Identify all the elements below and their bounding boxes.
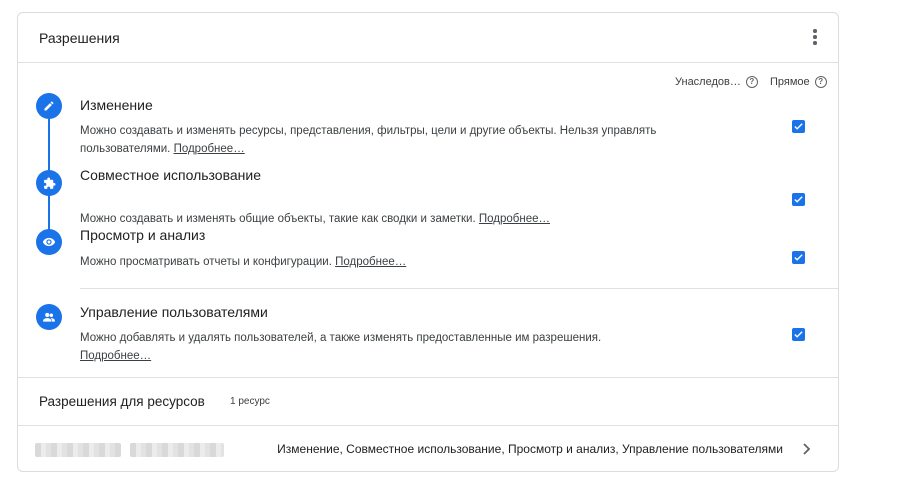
inherited-column-header: Унаследов… ? xyxy=(675,76,758,88)
resource-count: 1 ресурс xyxy=(230,396,270,407)
role-description-text: Можно создавать и изменять ресурсы, пред… xyxy=(80,125,657,155)
learn-more-link[interactable]: Подробнее… xyxy=(174,143,245,155)
card-header: Разрешения xyxy=(18,13,838,63)
resource-row[interactable]: Изменение, Совместное использование, Про… xyxy=(18,426,838,471)
section-divider xyxy=(80,288,838,289)
help-circle-icon[interactable]: ? xyxy=(745,76,758,88)
chevron-right-icon[interactable] xyxy=(801,442,813,456)
help-circle-icon[interactable]: ? xyxy=(814,76,827,88)
learn-more-link[interactable]: Подробнее… xyxy=(335,256,406,268)
redacted-resource-name xyxy=(130,443,224,457)
inherited-column-label: Унаследов… xyxy=(675,76,741,88)
role-description-text: Можно добавлять и удалять пользователей,… xyxy=(80,332,602,344)
redacted-account-name xyxy=(35,443,121,457)
role-title: Управление пользователями xyxy=(80,304,268,320)
role-description: Можно создавать и изменять ресурсы, пред… xyxy=(80,122,660,158)
permissions-card: Разрешения Унаследов… ? Прямое ? Изменен… xyxy=(17,12,839,472)
learn-more-link[interactable]: Подробнее… xyxy=(479,213,550,225)
direct-checkbox-view[interactable] xyxy=(792,251,805,264)
eye-icon xyxy=(36,229,62,255)
role-title: Совместное использование xyxy=(80,167,261,183)
direct-checkbox-edit[interactable] xyxy=(792,120,805,133)
more-vert-icon[interactable] xyxy=(808,27,822,47)
resource-permissions-summary: Изменение, Совместное использование, Про… xyxy=(277,442,783,456)
role-description: Можно создавать и изменять общие объекты… xyxy=(80,210,660,228)
role-title: Просмотр и анализ xyxy=(80,227,206,243)
page-title: Разрешения xyxy=(39,30,120,46)
section-divider xyxy=(18,377,838,378)
puzzle-icon xyxy=(36,170,62,196)
role-description: Можно добавлять и удалять пользователей,… xyxy=(80,329,660,365)
role-description-text: Можно создавать и изменять общие объекты… xyxy=(80,213,476,225)
role-description: Можно просматривать отчеты и конфигураци… xyxy=(80,253,660,271)
direct-checkbox-share[interactable] xyxy=(792,193,805,206)
pencil-icon xyxy=(36,93,62,119)
direct-checkbox-manage-users[interactable] xyxy=(792,328,805,341)
direct-column-label: Прямое xyxy=(770,76,810,88)
resource-permissions-title: Разрешения для ресурсов xyxy=(39,394,205,409)
learn-more-link[interactable]: Подробнее… xyxy=(80,350,151,362)
people-icon xyxy=(36,304,62,330)
role-description-text: Можно просматривать отчеты и конфигураци… xyxy=(80,256,332,268)
direct-column-header: Прямое ? xyxy=(770,76,827,88)
role-title: Изменение xyxy=(80,97,153,113)
